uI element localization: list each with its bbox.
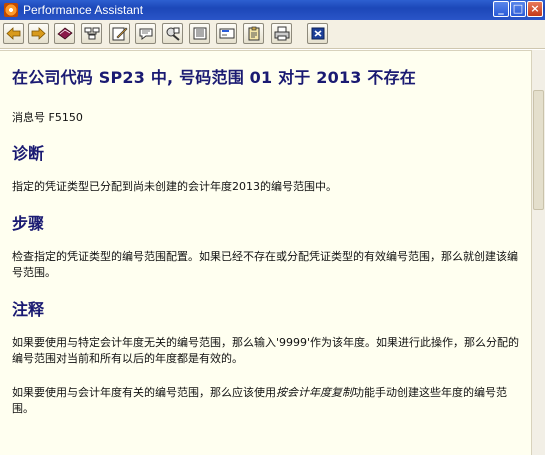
section-heading-note: 注释: [12, 300, 45, 319]
close-button[interactable]: [307, 23, 328, 44]
book-open-icon: [193, 27, 206, 40]
insert-button[interactable]: [216, 23, 237, 44]
technical-info-button[interactable]: [54, 23, 75, 44]
window-title: Performance Assistant: [23, 3, 144, 17]
title-bar[interactable]: Performance Assistant _ □ ×: [0, 0, 545, 20]
pencil-icon: [112, 27, 127, 41]
close-icon[interactable]: ×: [527, 1, 543, 17]
clipboard-button[interactable]: [243, 23, 264, 44]
vertical-scrollbar[interactable]: [531, 50, 545, 455]
note-text-1: 如果要使用与特定会计年度无关的编号范围，那么输入'9999'作为该年度。如果进行…: [12, 336, 520, 365]
minimize-icon[interactable]: _: [493, 1, 509, 17]
arrow-right-icon: [31, 27, 46, 40]
note-text-2: 如果要使用与会计年度有关的编号范围，那么应该使用按会计年度复制功能手动创建这些年…: [12, 385, 527, 417]
copy-by-fiscal-year-link[interactable]: 按会计年度复制: [276, 386, 353, 399]
maximize-icon[interactable]: □: [510, 1, 526, 17]
toolbar: [0, 20, 545, 67]
tools-icon: [166, 27, 180, 41]
insert-icon: [219, 28, 234, 39]
page-title: 在公司代码 SP23 中, 号码范围 01 对于 2013 不存在: [12, 68, 416, 87]
structure-button[interactable]: [81, 23, 102, 44]
close-x-icon: [311, 27, 324, 40]
note-icon: [139, 28, 152, 40]
section-heading-diagnosis: 诊断: [12, 144, 45, 163]
print-button[interactable]: [271, 23, 292, 44]
edit-button[interactable]: [109, 23, 130, 44]
document-area: 在公司代码 SP23 中, 号码范围 01 对于 2013 不存在 消息号 F5…: [0, 50, 531, 455]
forward-button[interactable]: [28, 23, 49, 44]
book-icon: [56, 27, 73, 40]
printer-icon: [274, 26, 289, 41]
window-controls: _ □ ×: [493, 1, 543, 17]
note-text-2-start: 如果要使用与会计年度有关的编号范围，那么应该使用: [12, 386, 276, 399]
app-icon: [4, 3, 18, 17]
section-heading-procedure: 步骤: [12, 214, 45, 233]
settings-button[interactable]: [162, 23, 183, 44]
procedure-text: 检查指定的凭证类型的编号范围配置。如果已经不存在或分配凭证类型的有效编号范围，那…: [12, 250, 518, 279]
back-button[interactable]: [3, 23, 24, 44]
arrow-left-icon: [6, 27, 21, 40]
message-number: 消息号 F5150: [12, 111, 83, 124]
scrollbar-thumb[interactable]: [533, 90, 544, 210]
clipboard-icon: [248, 26, 259, 41]
glossary-button[interactable]: [189, 23, 210, 44]
diagnosis-text: 指定的凭证类型已分配到尚未创建的会计年度2013的编号范围中。: [12, 180, 337, 193]
note-button[interactable]: [135, 23, 156, 44]
tree-icon: [84, 27, 99, 40]
